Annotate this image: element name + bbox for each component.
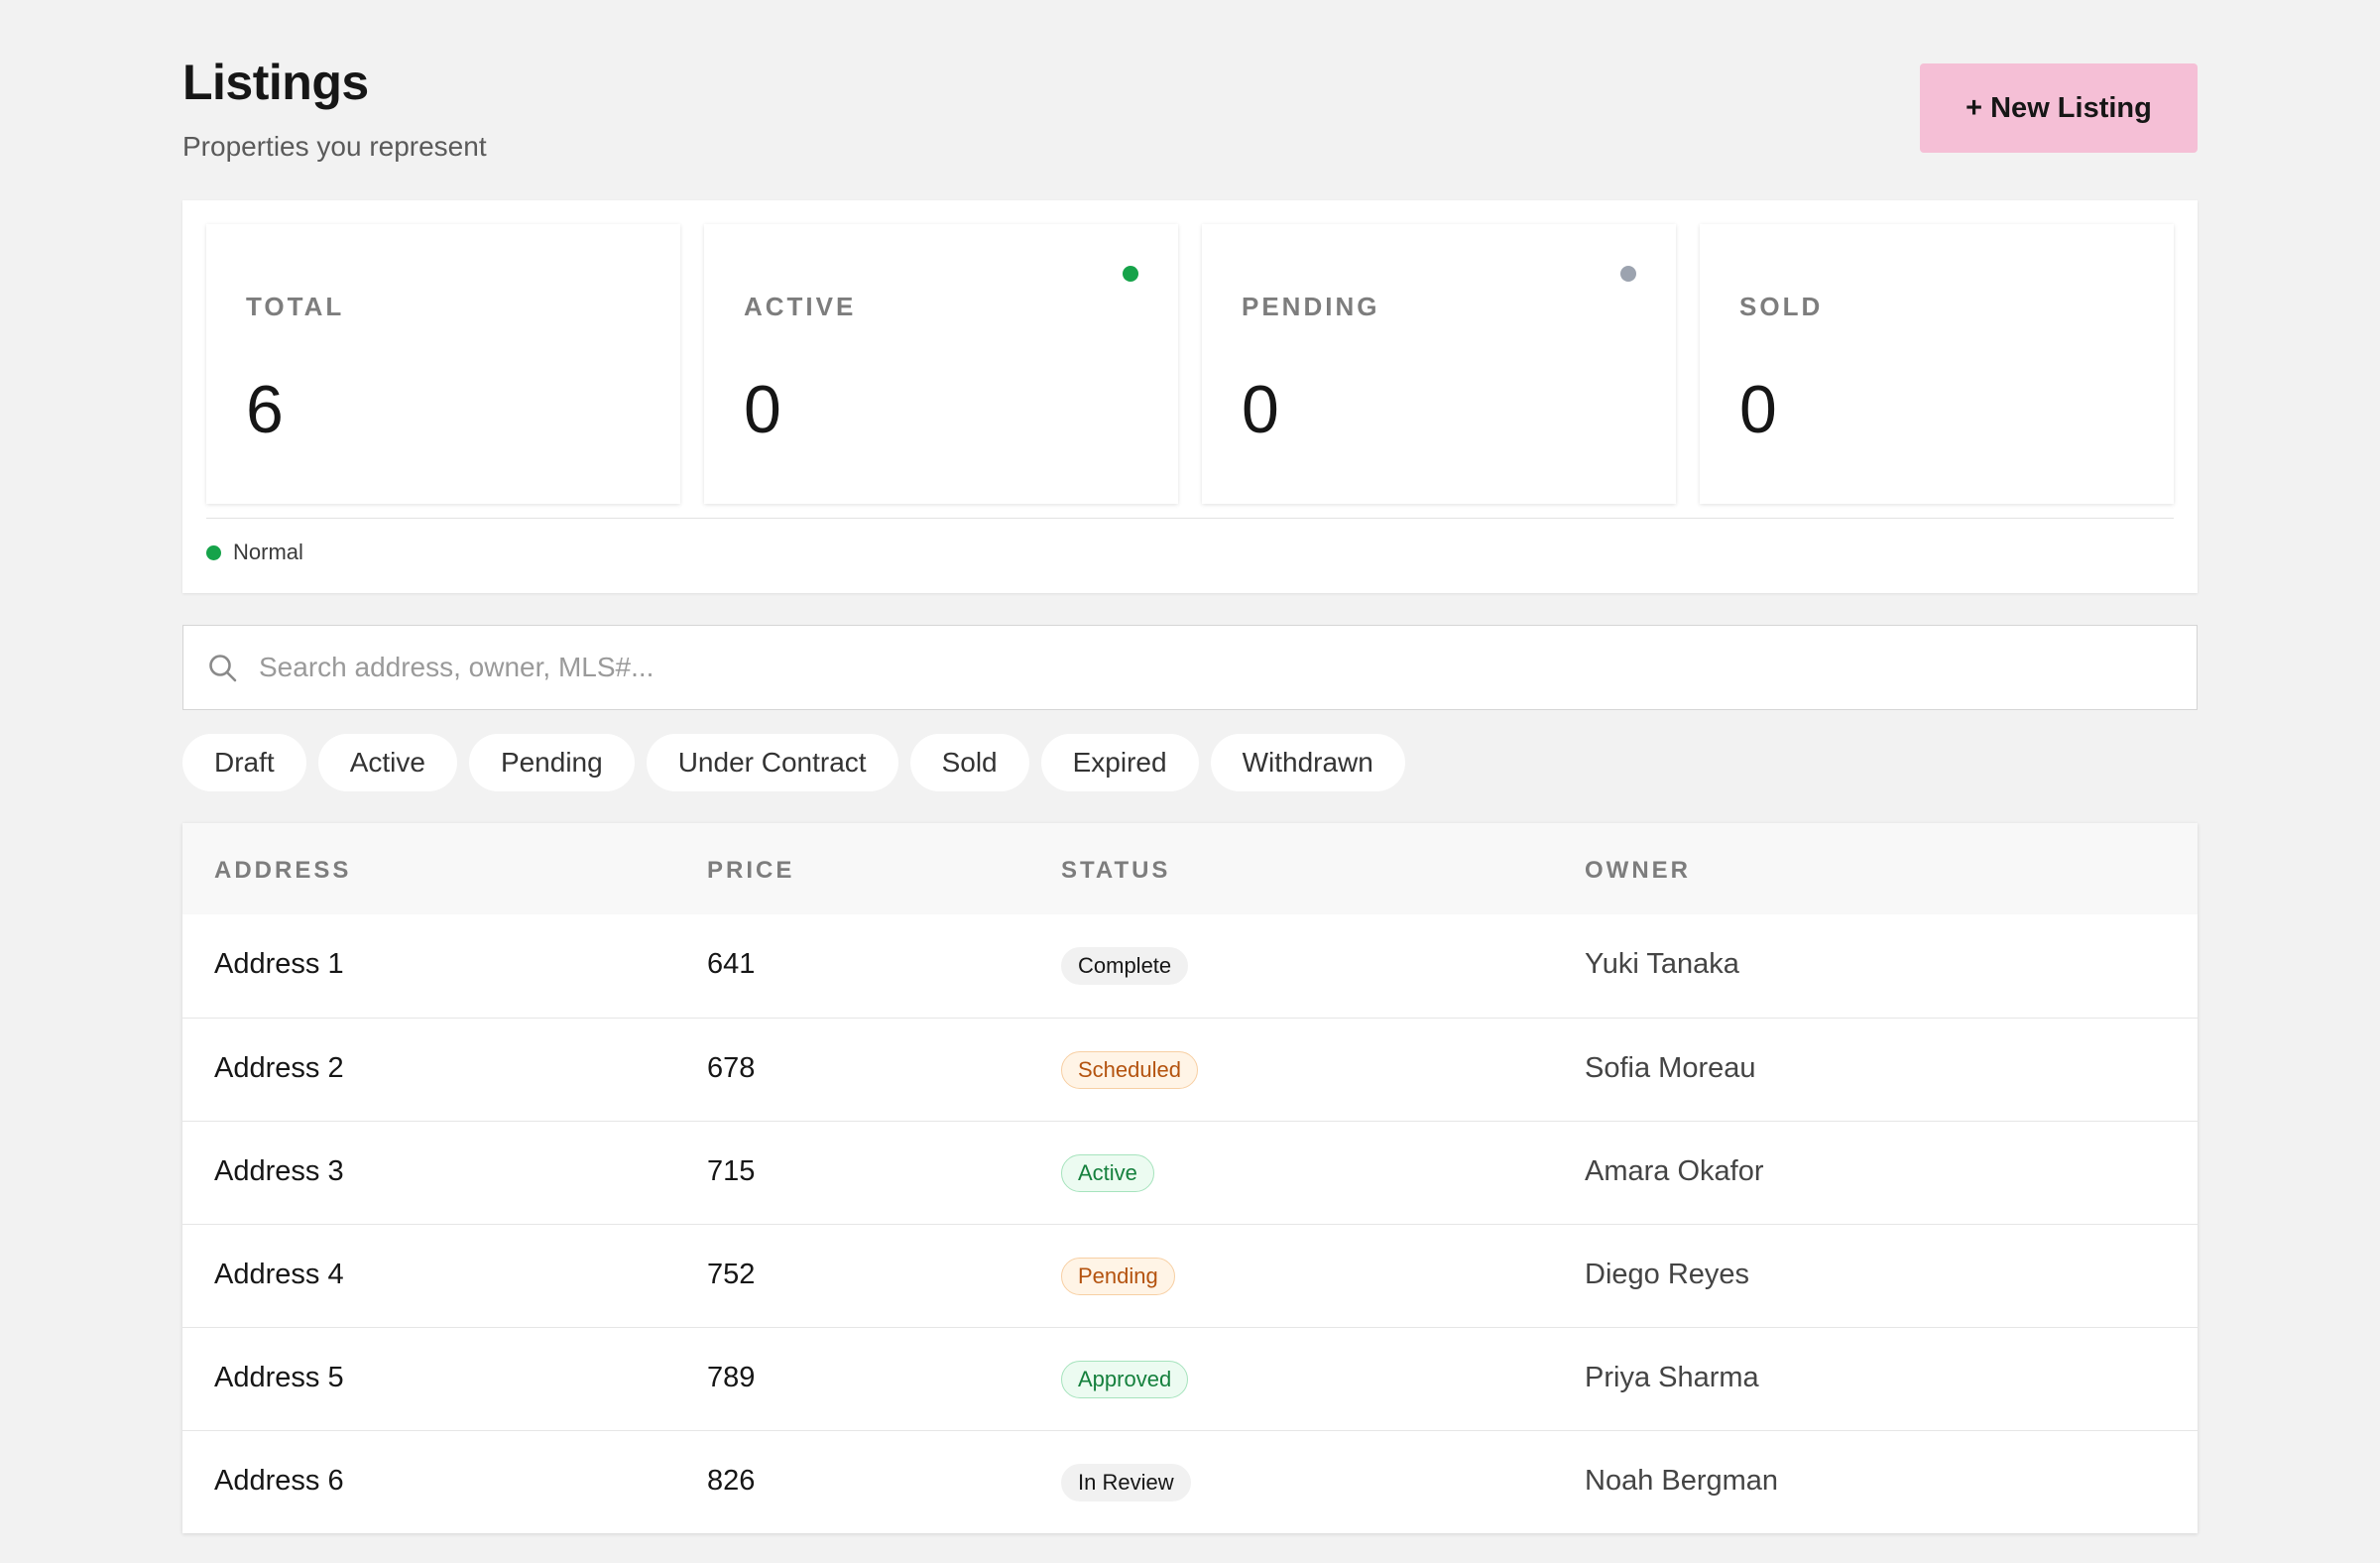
column-header-address[interactable]: ADDRESS (214, 857, 351, 885)
stat-card-sold: SOLD 0 (1700, 224, 2174, 504)
address-cell: Address 1 (214, 948, 344, 980)
search-input[interactable] (259, 626, 2143, 709)
listings-table: ADDRESS PRICE STATUS OWNER Address 1 641… (182, 823, 2198, 1533)
search-icon (209, 655, 237, 682)
table-row[interactable]: Address 5 789 Approved Priya Sharma (182, 1327, 2198, 1430)
filter-chip-withdrawn[interactable]: Withdrawn (1210, 734, 1405, 791)
stat-label: ACTIVE (744, 292, 857, 321)
stat-value: 0 (1739, 372, 1777, 447)
stat-label: SOLD (1739, 292, 1824, 321)
table-row[interactable]: Address 1 641 Complete Yuki Tanaka (182, 914, 2198, 1018)
stats-panel: TOTAL 6 ACTIVE 0 PENDING 0 SOLD 0 Normal (182, 200, 2198, 593)
address-cell: Address 3 (214, 1155, 344, 1187)
legend-dot-icon (206, 544, 221, 560)
address-cell: Address 5 (214, 1362, 344, 1393)
table-body: Address 1 641 Complete Yuki Tanaka Addre… (182, 914, 2198, 1533)
status-filter-chips: Draft Active Pending Under Contract Sold… (182, 734, 1405, 791)
new-listing-button[interactable]: + New Listing (1920, 63, 2198, 153)
owner-cell: Noah Bergman (1585, 1465, 1779, 1497)
stat-label: PENDING (1242, 292, 1380, 321)
status-badge: In Review (1061, 1464, 1191, 1502)
stat-value: 0 (744, 372, 781, 447)
stats-divider (206, 518, 2174, 519)
table-row[interactable]: Address 2 678 Scheduled Sofia Moreau (182, 1018, 2198, 1121)
stat-card-total: TOTAL 6 (206, 224, 680, 504)
owner-cell: Priya Sharma (1585, 1362, 1759, 1393)
owner-cell: Diego Reyes (1585, 1259, 1750, 1290)
address-cell: Address 2 (214, 1052, 344, 1084)
price-cell: 678 (707, 1052, 756, 1084)
table-row[interactable]: Address 6 826 In Review Noah Bergman (182, 1430, 2198, 1533)
column-header-price[interactable]: PRICE (707, 857, 794, 885)
filter-chip-draft[interactable]: Draft (182, 734, 306, 791)
stat-value: 0 (1242, 372, 1279, 447)
pending-status-dot-icon (1620, 266, 1636, 282)
price-cell: 715 (707, 1155, 756, 1187)
table-row[interactable]: Address 4 752 Pending Diego Reyes (182, 1224, 2198, 1327)
price-cell: 826 (707, 1465, 756, 1497)
price-cell: 641 (707, 948, 756, 980)
stat-value: 6 (246, 372, 284, 447)
legend-label: Normal (233, 540, 303, 564)
filter-chip-expired[interactable]: Expired (1040, 734, 1199, 791)
column-header-owner[interactable]: OWNER (1585, 857, 1691, 885)
status-badge: Active (1061, 1154, 1154, 1192)
stat-card-active: ACTIVE 0 (704, 224, 1178, 504)
listings-page: Listings Properties you represent + New … (182, 0, 2198, 1533)
table-header: ADDRESS PRICE STATUS OWNER (182, 823, 2198, 914)
price-cell: 789 (707, 1362, 756, 1393)
owner-cell: Sofia Moreau (1585, 1052, 1756, 1084)
filter-chip-pending[interactable]: Pending (468, 734, 635, 791)
filter-chip-active[interactable]: Active (317, 734, 457, 791)
status-badge: Scheduled (1061, 1051, 1198, 1089)
filter-chip-sold[interactable]: Sold (909, 734, 1029, 791)
page-title: Listings (182, 55, 369, 110)
page-subtitle: Properties you represent (182, 131, 487, 162)
column-header-status[interactable]: STATUS (1061, 857, 1170, 885)
active-status-dot-icon (1123, 266, 1138, 282)
status-badge: Pending (1061, 1258, 1175, 1295)
status-legend: Normal (206, 540, 303, 565)
stat-card-pending: PENDING 0 (1202, 224, 1676, 504)
address-cell: Address 6 (214, 1465, 344, 1497)
status-badge: Complete (1061, 947, 1189, 985)
page-header: Listings Properties you represent + New … (182, 0, 2198, 198)
address-cell: Address 4 (214, 1259, 344, 1290)
owner-cell: Yuki Tanaka (1585, 948, 1739, 980)
status-badge: Approved (1061, 1361, 1189, 1398)
table-row[interactable]: Address 3 715 Active Amara Okafor (182, 1121, 2198, 1224)
stat-label: TOTAL (246, 292, 345, 321)
filter-chip-under-contract[interactable]: Under Contract (646, 734, 898, 791)
price-cell: 752 (707, 1259, 756, 1290)
owner-cell: Amara Okafor (1585, 1155, 1764, 1187)
search-bar[interactable] (182, 625, 2198, 710)
